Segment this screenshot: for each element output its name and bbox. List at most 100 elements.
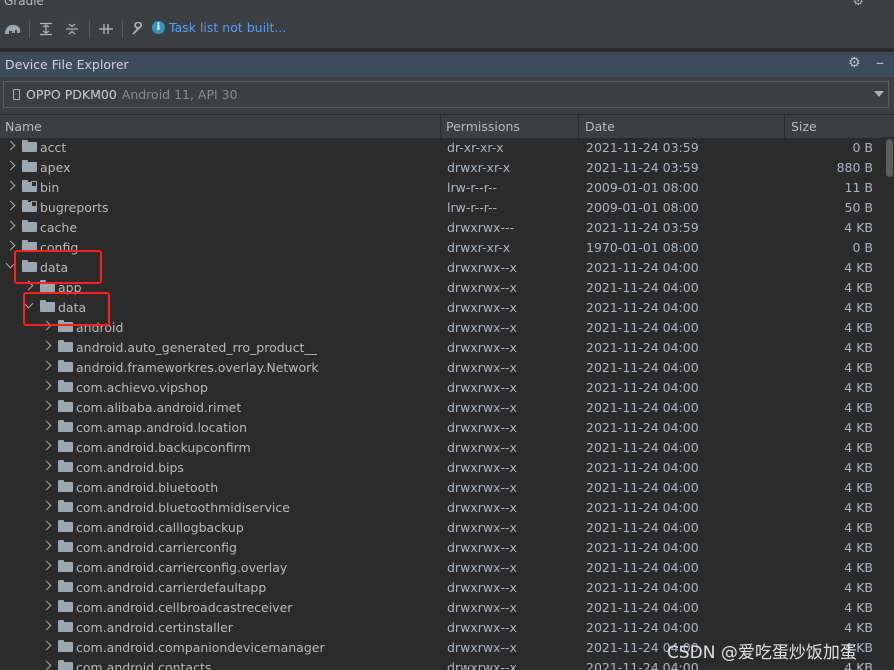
column-name[interactable]: Name xyxy=(5,119,42,134)
column-divider[interactable] xyxy=(784,115,785,138)
column-permissions[interactable]: Permissions xyxy=(446,119,520,134)
chevron-right-icon[interactable] xyxy=(41,380,52,391)
collapse-all-icon[interactable] xyxy=(63,18,81,40)
wrench-icon[interactable] xyxy=(129,18,147,40)
file-name[interactable]: com.alibaba.android.rimet xyxy=(76,400,241,415)
table-row[interactable]: com.android.backupconfirm drwxrwx--x 2021-… xyxy=(0,437,884,457)
file-name[interactable]: com.android.bips xyxy=(76,460,184,475)
column-divider[interactable] xyxy=(578,115,579,138)
expand-all-icon[interactable] xyxy=(37,18,55,40)
column-divider[interactable] xyxy=(440,115,441,138)
file-size: 4 KB xyxy=(844,440,873,455)
toggle-offline-icon[interactable] xyxy=(96,18,116,40)
table-row[interactable]: acct dr-xr-xr-x 2021-11-24 03:59 0 B xyxy=(0,137,884,157)
file-size: 4 KB xyxy=(844,380,873,395)
table-row[interactable]: bugreports lrw-r--r-- 2009-01-01 08:00 50 B xyxy=(0,197,884,217)
gradle-panel-header: Gradle ⚙ – xyxy=(0,0,894,10)
table-row[interactable]: com.android.cellbroadcastreceiver drwxrwx… xyxy=(0,597,884,617)
chevron-right-icon[interactable] xyxy=(41,660,52,670)
table-row[interactable]: com.android.certinstaller drwxrwx--x 2021-… xyxy=(0,617,884,637)
chevron-right-icon[interactable] xyxy=(41,500,52,511)
table-row[interactable]: com.achievo.vipshop drwxrwx--x 2021-11-24 … xyxy=(0,377,884,397)
chevron-right-icon[interactable] xyxy=(41,360,52,371)
table-row[interactable]: cache drwxrwx--- 2021-11-24 03:59 4 KB xyxy=(0,217,884,237)
table-row[interactable]: com.android.carrierconfig.overlay drwxrwx… xyxy=(0,557,884,577)
file-date: 2021-11-24 03:59 xyxy=(586,160,699,175)
file-name[interactable]: bugreports xyxy=(40,200,108,215)
table-row[interactable]: com.android.carrierconfig drwxrwx--x 2021-… xyxy=(0,537,884,557)
chevron-right-icon[interactable] xyxy=(5,240,16,251)
file-name[interactable]: com.android.carrierconfig xyxy=(76,540,237,555)
table-row[interactable]: com.android.carrierdefaultapp drwxrwx--x 2… xyxy=(0,577,884,597)
file-name[interactable]: apex xyxy=(40,160,70,175)
chevron-right-icon[interactable] xyxy=(5,160,16,171)
file-name[interactable]: android.auto_generated_rro_product__ xyxy=(76,340,317,355)
file-name[interactable]: cache xyxy=(40,220,77,235)
table-row[interactable]: data drwxrwx--x 2021-11-24 04:00 4 KB xyxy=(0,297,884,317)
file-name[interactable]: com.android.certinstaller xyxy=(76,620,233,635)
scrollbar-thumb[interactable] xyxy=(886,139,893,177)
table-row[interactable]: com.amap.android.location drwxrwx--x 2021-… xyxy=(0,417,884,437)
file-permissions: drwxrwx--x xyxy=(447,440,517,455)
chevron-right-icon[interactable] xyxy=(41,600,52,611)
table-row[interactable]: android.auto_generated_rro_product__ drwx… xyxy=(0,337,884,357)
chevron-right-icon[interactable] xyxy=(5,180,16,191)
table-row[interactable]: android drwxrwx--x 2021-11-24 04:00 4 KB xyxy=(0,317,884,337)
task-status-text[interactable]: Task list not built... xyxy=(169,20,286,35)
table-row[interactable]: bin lrw-r--r-- 2009-01-01 08:00 11 B xyxy=(0,177,884,197)
file-name[interactable]: bin xyxy=(40,180,59,195)
table-row[interactable]: com.android.bluetooth drwxrwx--x 2021-11-2… xyxy=(0,477,884,497)
chevron-right-icon[interactable] xyxy=(41,580,52,591)
file-name[interactable]: com.android.contacts xyxy=(76,660,211,670)
table-row[interactable]: apex drwxr-xr-x 2021-11-24 03:59 880 B xyxy=(0,157,884,177)
file-name[interactable]: com.android.calllogbackup xyxy=(76,520,244,535)
chevron-right-icon[interactable] xyxy=(41,520,52,531)
chevron-right-icon[interactable] xyxy=(41,540,52,551)
vertical-scrollbar[interactable] xyxy=(884,137,894,670)
table-row[interactable]: android.frameworkres.overlay.Network drwx… xyxy=(0,357,884,377)
file-date: 1970-01-01 08:00 xyxy=(586,240,699,255)
chevron-right-icon[interactable] xyxy=(41,460,52,471)
task-status[interactable]: i Task list not built... xyxy=(152,20,286,35)
file-name[interactable]: com.android.carrierconfig.overlay xyxy=(76,560,287,575)
chevron-right-icon[interactable] xyxy=(5,140,16,151)
file-name[interactable]: com.android.companiondevicemanager xyxy=(76,640,325,655)
file-name[interactable]: android.frameworkres.overlay.Network xyxy=(76,360,319,375)
device-dropdown[interactable]: OPPO PDKM00 Android 11, API 30 xyxy=(3,81,889,108)
chevron-right-icon[interactable] xyxy=(41,560,52,571)
minimize-icon[interactable]: – xyxy=(876,53,884,72)
file-name[interactable]: com.achievo.vipshop xyxy=(76,380,208,395)
file-name[interactable]: com.android.bluetooth xyxy=(76,480,218,495)
chevron-right-icon[interactable] xyxy=(41,420,52,431)
file-name[interactable]: acct xyxy=(40,140,66,155)
file-date: 2021-11-24 04:00 xyxy=(586,520,699,535)
gear-icon[interactable]: ⚙ xyxy=(848,55,861,71)
file-name[interactable]: com.android.backupconfirm xyxy=(76,440,251,455)
chevron-right-icon[interactable] xyxy=(41,620,52,631)
table-row[interactable]: data drwxrwx--x 2021-11-24 04:00 4 KB xyxy=(0,257,884,277)
gradle-elephant-icon[interactable] xyxy=(3,18,23,40)
table-row[interactable]: com.alibaba.android.rimet drwxrwx--x 2021-… xyxy=(0,397,884,417)
chevron-right-icon[interactable] xyxy=(41,640,52,651)
table-row[interactable]: config drwxr-xr-x 1970-01-01 08:00 0 B xyxy=(0,237,884,257)
file-name[interactable]: com.amap.android.location xyxy=(76,420,247,435)
table-row[interactable]: com.android.bips drwxrwx--x 2021-11-24 04:… xyxy=(0,457,884,477)
file-name[interactable]: com.android.cellbroadcastreceiver xyxy=(76,600,292,615)
gradle-minimize-icon[interactable]: – xyxy=(879,0,886,7)
chevron-right-icon[interactable] xyxy=(41,400,52,411)
file-date: 2009-01-01 08:00 xyxy=(586,200,699,215)
file-name[interactable]: com.android.carrierdefaultapp xyxy=(76,580,266,595)
chevron-right-icon[interactable] xyxy=(41,440,52,451)
chevron-right-icon[interactable] xyxy=(41,340,52,351)
gradle-gear-icon[interactable]: ⚙ xyxy=(852,0,864,9)
file-size: 4 KB xyxy=(844,460,873,475)
table-row[interactable]: com.android.bluetoothmidiservice drwxrwx-… xyxy=(0,497,884,517)
column-size[interactable]: Size xyxy=(791,119,817,134)
table-row[interactable]: app drwxrwx--x 2021-11-24 04:00 4 KB xyxy=(0,277,884,297)
file-name[interactable]: com.android.bluetoothmidiservice xyxy=(76,500,290,515)
table-row[interactable]: com.android.calllogbackup drwxrwx--x 2021-… xyxy=(0,517,884,537)
column-date[interactable]: Date xyxy=(585,119,615,134)
chevron-right-icon[interactable] xyxy=(5,220,16,231)
chevron-right-icon[interactable] xyxy=(41,480,52,491)
chevron-right-icon[interactable] xyxy=(5,200,16,211)
